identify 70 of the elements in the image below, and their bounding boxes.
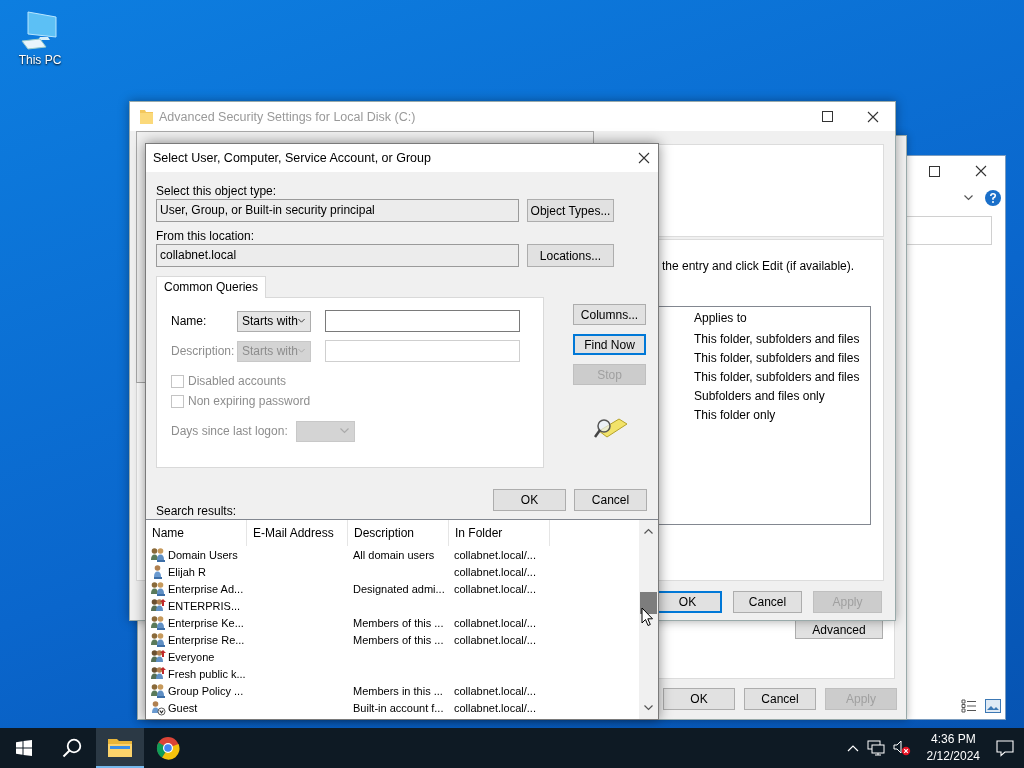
list-cell-text: This folder, subfolders and files [694, 331, 861, 348]
field-label: Description: [171, 344, 236, 358]
table-cell-text: collabnet.local/... [453, 633, 537, 646]
table-cell-text: collabnet.local/... [453, 616, 537, 629]
name-cell[interactable]: Elijah R [146, 563, 247, 580]
table-cell-text: collabnet.local/... [453, 548, 537, 561]
name-cell[interactable]: Guest [146, 699, 247, 716]
tab[interactable]: Common Queries [156, 276, 267, 298]
window-title: Advanced Security Settings for Local Disk (C:) [159, 109, 417, 124]
list-cell-text: This folder, subfolders and files [694, 350, 861, 367]
row-name: Enterprise Re... [168, 633, 245, 646]
name-cell[interactable]: Everyone [146, 648, 247, 665]
object-type-field[interactable]: User, Group, or Built-in security principal [156, 199, 519, 222]
name-cell[interactable]: ENTERPRIS... [146, 597, 247, 614]
row-name: Guest [168, 701, 198, 714]
dialog-button[interactable]: Cancel [733, 591, 802, 613]
row-name: Enterprise Ad... [168, 582, 244, 595]
field-label: Name: [171, 314, 208, 328]
object-types-button[interactable]: Object Types... [527, 199, 614, 222]
table-cell-text: collabnet.local/... [453, 701, 537, 714]
name-cell[interactable]: Enterprise Ke... [146, 614, 247, 631]
name-cell[interactable]: Enterprise Re... [146, 631, 247, 648]
column-header[interactable]: Applies to [694, 307, 870, 330]
field-label: Days since last logon: [171, 424, 288, 438]
clock-time[interactable]: 4:36 PM [926, 731, 980, 748]
table-cell-text: collabnet.local/... [453, 582, 537, 595]
field-label: From this location: [156, 228, 256, 244]
dialog-button[interactable]: OK [663, 688, 735, 710]
field-label: Select this object type: [156, 183, 278, 199]
name-cell[interactable]: Domain Users [146, 546, 247, 563]
row-name: Elijah R [168, 565, 206, 578]
list-cell-text: This folder, subfolders and files [694, 369, 861, 386]
table-cell-text: Members of this ... [352, 616, 445, 629]
row-name: Group Policy ... [168, 684, 244, 697]
table-cell-text: collabnet.local/... [453, 684, 537, 697]
checkbox-label: Non expiring password [188, 394, 311, 408]
name-cell[interactable]: Fresh public k... [146, 665, 247, 682]
list-cell-text: This folder only [694, 407, 777, 424]
table-cell-text: Members in this ... [352, 684, 444, 697]
clock-date[interactable]: 2/12/2024 [926, 748, 980, 765]
row-name: Fresh public k... [168, 667, 246, 680]
row-name: ENTERPRIS... [168, 599, 241, 612]
icon-label: This PC [18, 53, 62, 67]
dialog-button[interactable]: OK [493, 489, 566, 511]
name-cell[interactable]: Enterprise Ad... [146, 580, 247, 597]
checkbox-label: Disabled accounts [188, 374, 287, 388]
match-dropdown[interactable]: Starts with [237, 310, 311, 332]
column-header[interactable]: Description [348, 520, 449, 546]
table-cell-text: collabnet.local/... [453, 565, 537, 578]
table-cell-text: Designated admi... [352, 582, 446, 595]
column-header[interactable]: In Folder [449, 520, 550, 546]
query-button[interactable]: Columns... [573, 304, 646, 325]
section-label: Search results: [156, 503, 237, 519]
instruction-text: the entry and click Edit (if available). [662, 258, 856, 274]
row-name: Everyone [168, 650, 215, 663]
table-cell-text: All domain users [352, 548, 436, 561]
column-header[interactable]: E-Mail Address [247, 520, 348, 546]
row-name: Domain Users [168, 548, 238, 561]
table-cell-text: Members of this ... [352, 633, 445, 646]
dialog-button[interactable]: Cancel [574, 489, 647, 511]
name-cell[interactable]: Group Policy ... [146, 682, 247, 699]
locations-button[interactable]: Locations... [527, 244, 614, 267]
row-name: Enterprise Ke... [168, 616, 244, 629]
list-cell-text: Subfolders and files only [694, 388, 826, 405]
dialog-button[interactable]: Cancel [744, 688, 816, 710]
dialog-title: Select User, Computer, Service Account, or Group [153, 151, 431, 165]
column-header[interactable]: Name [146, 520, 247, 546]
query-button[interactable]: Find Now [573, 334, 646, 355]
table-cell-text: Built-in account f... [352, 701, 445, 714]
location-field[interactable]: collabnet.local [156, 244, 519, 267]
